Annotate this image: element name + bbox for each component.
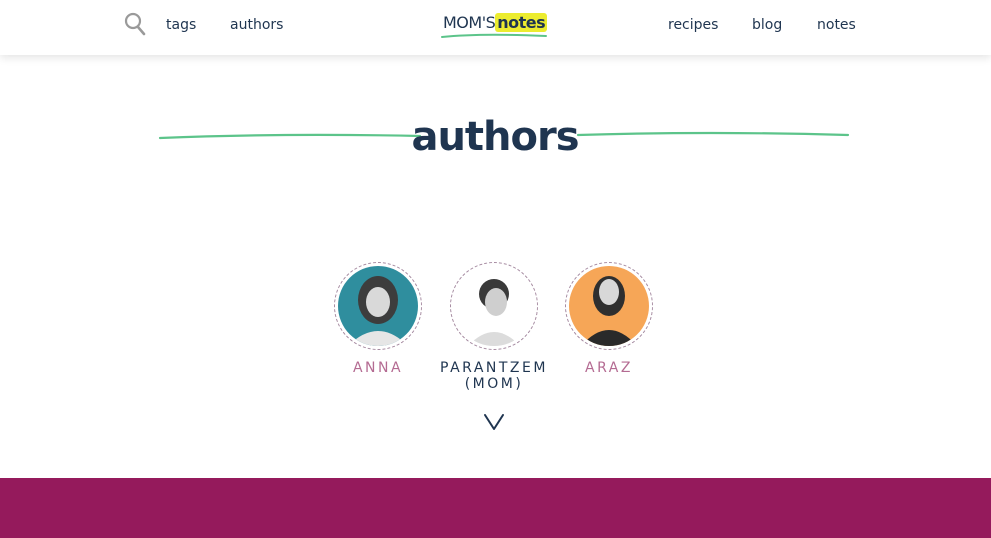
nav-blog-link[interactable]: blog xyxy=(752,17,782,33)
logo-mom: MOM'S xyxy=(443,13,496,32)
author-card-anna[interactable]: ANNA xyxy=(318,262,438,376)
nav-authors-link[interactable]: authors xyxy=(230,17,283,33)
avatar[interactable] xyxy=(565,262,653,350)
site-logo[interactable]: MOM'S notes xyxy=(440,10,550,42)
author-card-araz[interactable]: ARAZ xyxy=(549,262,669,376)
author-card-parantzem[interactable]: PARANTZEM (MOM) xyxy=(434,262,554,392)
nav-notes-link[interactable]: notes xyxy=(817,17,856,33)
logo-notes: notes xyxy=(495,13,548,32)
author-name[interactable]: PARANTZEM (MOM) xyxy=(434,360,554,392)
author-name[interactable]: ANNA xyxy=(318,360,438,376)
search-icon[interactable] xyxy=(124,12,146,36)
avatar[interactable] xyxy=(334,262,422,350)
avatar-image xyxy=(454,266,534,346)
footer-band xyxy=(0,478,991,538)
avatar[interactable] xyxy=(450,262,538,350)
site-header: tags authors MOM'S notes recipes blog not… xyxy=(0,0,991,55)
page-title: authors xyxy=(411,114,579,160)
nav-tags-link[interactable]: tags xyxy=(166,17,196,33)
logo-underline xyxy=(441,33,547,38)
page-title-block: authors xyxy=(130,108,860,168)
chevron-down-icon[interactable] xyxy=(483,412,505,432)
logo-text: MOM'S notes xyxy=(443,13,548,32)
nav-recipes-link[interactable]: recipes xyxy=(668,17,718,33)
author-name[interactable]: ARAZ xyxy=(549,360,669,376)
avatar-image xyxy=(569,266,649,346)
avatar-image xyxy=(338,266,418,346)
